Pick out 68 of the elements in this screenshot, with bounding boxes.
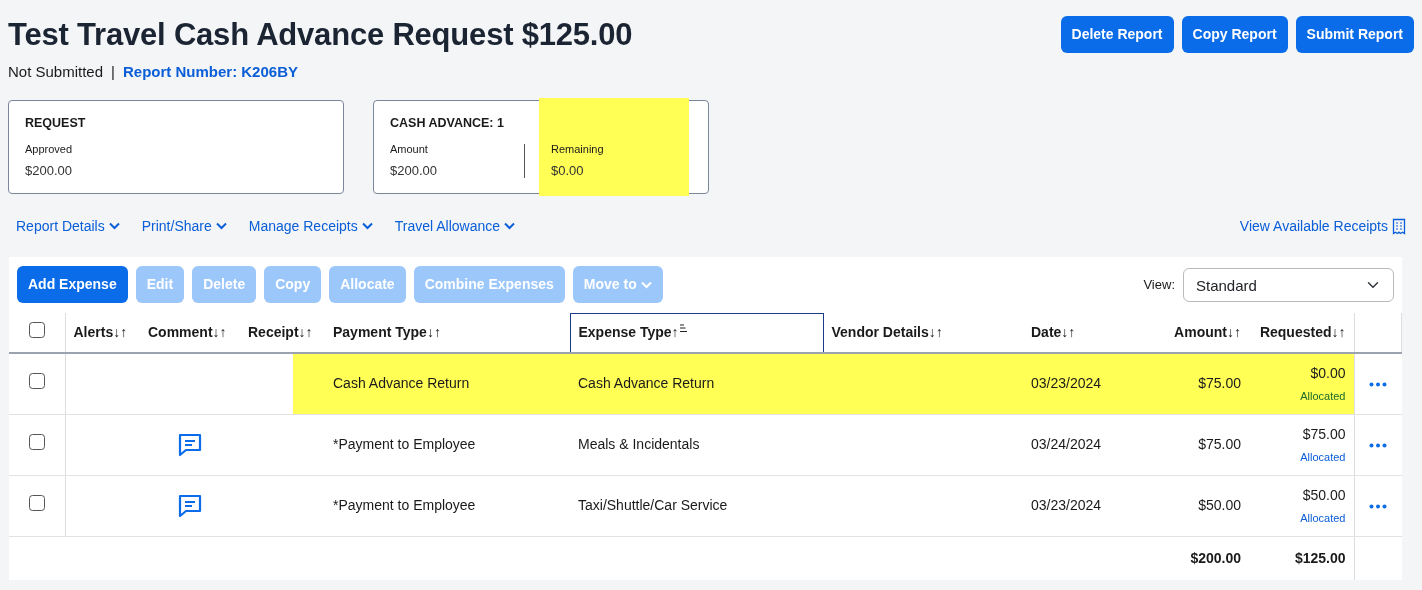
chevron-down-icon bbox=[504, 222, 515, 231]
row-checkbox[interactable] bbox=[28, 373, 45, 390]
card-title: REQUEST bbox=[25, 115, 87, 131]
expense-amount: $50.00 bbox=[1153, 475, 1249, 537]
column-header[interactable]: Date↓↑ bbox=[1031, 324, 1076, 341]
summary-label: Remaining bbox=[551, 141, 605, 157]
select-all-checkbox[interactable] bbox=[28, 322, 45, 339]
row-checkbox[interactable] bbox=[28, 495, 45, 512]
summary-label: Approved bbox=[25, 141, 74, 157]
column-header[interactable]: Receipt↓↑ bbox=[248, 324, 313, 341]
column-header[interactable]: Comment↓↑ bbox=[148, 324, 227, 341]
payment-type: Cash Advance Return bbox=[325, 353, 570, 415]
report-title: Test Travel Cash Advance Request $125.00 bbox=[8, 16, 633, 54]
view-select[interactable]: Standard bbox=[1183, 267, 1394, 302]
payment-type: *Payment to Employee bbox=[325, 475, 570, 537]
allocation-status: Allocated bbox=[1299, 449, 1346, 465]
comment-icon[interactable] bbox=[177, 431, 203, 458]
requested-amount: $0.00 bbox=[1309, 364, 1346, 384]
menu-dropdown[interactable]: Manage Receipts bbox=[248, 215, 373, 237]
expense-type: Meals & Incidentals bbox=[570, 414, 823, 476]
toolbar-button[interactable]: Add Expense bbox=[17, 266, 128, 304]
column-header[interactable]: Expense Type↑ bbox=[578, 324, 679, 341]
report-action-button[interactable]: Submit Report bbox=[1295, 16, 1414, 53]
summary-value: $0.00 bbox=[551, 162, 585, 181]
expense-type: Cash Advance Return bbox=[570, 353, 823, 415]
sort-icon bbox=[678, 324, 688, 334]
summary-label: Amount bbox=[390, 141, 429, 157]
report-action-button[interactable]: Delete Report bbox=[1060, 16, 1174, 53]
comment-icon[interactable] bbox=[177, 492, 203, 519]
more-options-icon[interactable] bbox=[1369, 443, 1387, 448]
allocation-status: Allocated bbox=[1299, 510, 1346, 526]
summary-value: $200.00 bbox=[390, 162, 438, 181]
menu-dropdown[interactable]: Travel Allowance bbox=[394, 215, 515, 237]
expense-amount: $75.00 bbox=[1153, 353, 1249, 415]
requested-amount: $50.00 bbox=[1301, 485, 1346, 505]
total-requested: $125.00 bbox=[1249, 536, 1354, 581]
column-header[interactable]: Amount↓↑ bbox=[1174, 324, 1241, 341]
chevron-down-icon bbox=[361, 222, 373, 231]
total-amount: $200.00 bbox=[1153, 536, 1249, 581]
row-checkbox[interactable] bbox=[28, 434, 45, 451]
expense-amount: $75.00 bbox=[1153, 414, 1249, 476]
expense-type: Taxi/Shuttle/Car Service bbox=[570, 475, 823, 537]
expense-date: 03/24/2024 bbox=[1023, 414, 1153, 476]
chevron-down-icon bbox=[108, 222, 120, 231]
view-receipts-link[interactable]: View Available Receipts bbox=[1239, 215, 1406, 237]
report-status: Not Submitted bbox=[8, 62, 104, 83]
separator: | bbox=[111, 62, 115, 83]
expense-date: 03/23/2024 bbox=[1023, 475, 1153, 537]
allocation-status: Allocated bbox=[1299, 389, 1346, 405]
summary-value: $200.00 bbox=[25, 162, 73, 181]
report-number: Report Number: K206BY bbox=[122, 62, 298, 83]
report-action-button[interactable]: Copy Report bbox=[1181, 16, 1288, 53]
column-header[interactable]: Requested↓↑ bbox=[1259, 324, 1346, 341]
receipt-icon bbox=[1392, 217, 1406, 235]
chevron-down-icon bbox=[640, 280, 652, 289]
menu-dropdown[interactable]: Report Details bbox=[16, 215, 120, 237]
expense-date: 03/23/2024 bbox=[1023, 353, 1153, 415]
more-options-icon[interactable] bbox=[1369, 504, 1387, 509]
menu-dropdown[interactable]: Print/Share bbox=[141, 215, 227, 237]
more-options-icon[interactable] bbox=[1369, 382, 1387, 388]
column-header[interactable]: Payment Type↓↑ bbox=[333, 324, 441, 341]
view-label: View: bbox=[1143, 275, 1175, 294]
card-title: CASH ADVANCE: 1 bbox=[390, 115, 505, 131]
chevron-down-icon bbox=[215, 222, 227, 231]
payment-type: *Payment to Employee bbox=[325, 414, 570, 476]
column-header[interactable]: Alerts↓↑ bbox=[73, 324, 128, 341]
column-header[interactable]: Vendor Details↓↑ bbox=[831, 324, 943, 341]
requested-amount: $75.00 bbox=[1301, 424, 1346, 444]
